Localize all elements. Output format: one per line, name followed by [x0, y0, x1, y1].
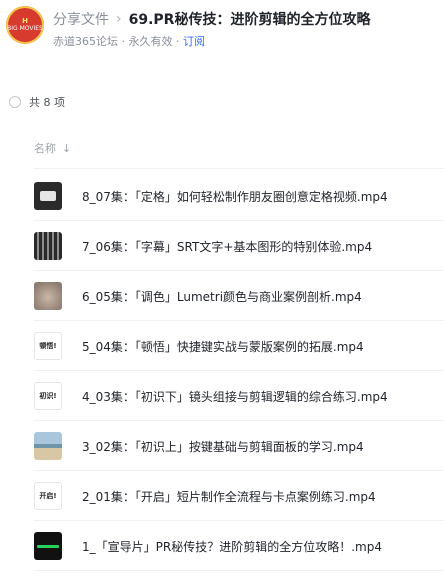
video-thumbnail [34, 532, 62, 560]
file-name[interactable]: 6_05集：「调色」Lumetri颜色与商业案例剖析.mp4 [82, 288, 362, 305]
file-row[interactable]: 8_07集：「定格」如何轻松制作朋友圈创意定格视频.mp4 [0, 171, 444, 221]
header-divider [34, 168, 444, 169]
video-thumbnail [34, 232, 62, 260]
video-thumbnail [34, 282, 62, 310]
avatar-logo-top: H [22, 17, 28, 25]
column-header-name[interactable]: 名称 ↓ [34, 138, 71, 158]
file-row[interactable]: 6_05集：「调色」Lumetri颜色与商业案例剖析.mp4 [0, 271, 444, 321]
select-all-checkbox[interactable] [9, 96, 21, 108]
row-divider [34, 570, 444, 571]
video-thumbnail [34, 182, 62, 210]
file-name[interactable]: 8_07集：「定格」如何轻松制作朋友圈创意定格视频.mp4 [82, 188, 388, 205]
page-title: 69.PR秘传技：进阶剪辑的全方位攻略 [128, 12, 371, 28]
video-thumbnail: 顿悟! [34, 332, 62, 360]
breadcrumb-root-link[interactable]: 分享文件 [53, 9, 109, 29]
video-thumbnail [34, 432, 62, 460]
sharer-avatar: H BIG MOVIES [6, 6, 44, 44]
file-name[interactable]: 7_06集：「字幕」SRT文字+基本图形的特别体验.mp4 [82, 238, 372, 255]
file-row[interactable]: 7_06集：「字幕」SRT文字+基本图形的特别体验.mp4 [0, 221, 444, 271]
file-name[interactable]: 2_01集：「开启」短片制作全流程与卡点案例练习.mp4 [82, 488, 376, 505]
avatar-logo-bottom: BIG MOVIES [7, 25, 43, 32]
file-row[interactable]: 3_02集：「初识上」按键基础与剪辑面板的学习.mp4 [0, 421, 444, 471]
select-all-row: 共 8 项 [9, 94, 65, 110]
thumbnail-text: 开启! [39, 492, 57, 500]
thumbnail-text: 初识! [39, 392, 57, 400]
video-thumbnail: 初识! [34, 382, 62, 410]
file-name[interactable]: 4_03集：「初识下」镜头组接与剪辑逻辑的综合练习.mp4 [82, 388, 388, 405]
sort-down-icon[interactable]: ↓ [62, 142, 71, 155]
chevron-right-icon: › [116, 11, 122, 27]
thumbnail-graphic [37, 544, 59, 548]
file-name[interactable]: 3_02集：「初识上」按键基础与剪辑面板的学习.mp4 [82, 438, 364, 455]
share-meta-text: 赤道365论坛 · 永久有效 · [53, 35, 183, 48]
item-count: 共 8 项 [29, 96, 65, 109]
file-row[interactable]: 初识! 4_03集：「初识下」镜头组接与剪辑逻辑的综合练习.mp4 [0, 371, 444, 421]
thumbnail-graphic [40, 191, 56, 201]
file-name[interactable]: 1_「宣导片」PR秘传技？进阶剪辑的全方位攻略！.mp4 [82, 538, 382, 555]
video-thumbnail: 开启! [34, 482, 62, 510]
breadcrumb: 分享文件 › 69.PR秘传技：进阶剪辑的全方位攻略 [53, 8, 370, 30]
subscribe-link[interactable]: 订阅 [183, 35, 205, 48]
thumbnail-text: 顿悟! [39, 342, 57, 350]
column-name-label: 名称 [34, 142, 56, 155]
file-row[interactable]: 开启! 2_01集：「开启」短片制作全流程与卡点案例练习.mp4 [0, 471, 444, 521]
share-meta: 赤道365论坛 · 永久有效 · 订阅 [53, 33, 205, 49]
file-name[interactable]: 5_04集：「顿悟」快捷键实战与蒙版案例的拓展.mp4 [82, 338, 364, 355]
file-row[interactable]: 顿悟! 5_04集：「顿悟」快捷键实战与蒙版案例的拓展.mp4 [0, 321, 444, 371]
file-row[interactable]: 1_「宣导片」PR秘传技？进阶剪辑的全方位攻略！.mp4 [0, 521, 444, 571]
